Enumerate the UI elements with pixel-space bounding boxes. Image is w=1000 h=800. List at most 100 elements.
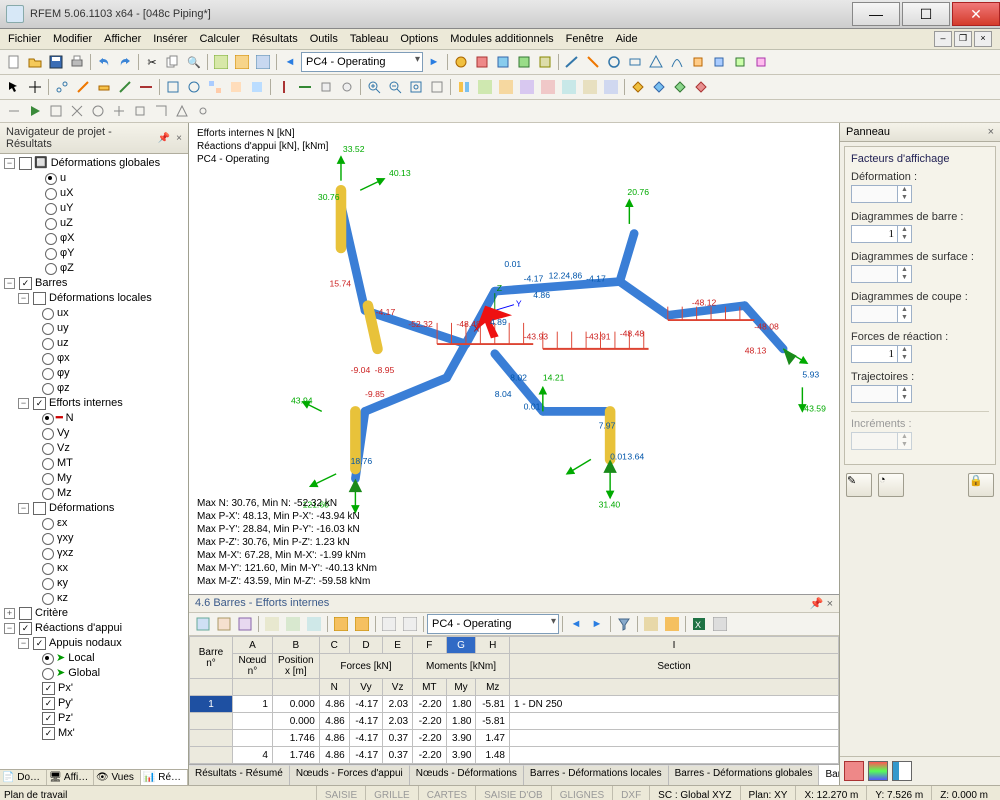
menu-modifier[interactable]: Modifier: [53, 33, 92, 45]
loadcase-combo[interactable]: PC4 - Operating: [301, 52, 423, 72]
table-tool-icon[interactable]: [352, 614, 372, 634]
navtab-results[interactable]: 📊 Résu…: [141, 770, 188, 785]
close-button[interactable]: ✕: [952, 2, 1000, 26]
trajectoires-spinner[interactable]: ▲▼: [851, 385, 912, 403]
tool-icon[interactable]: [535, 52, 555, 72]
tool-icon[interactable]: [517, 77, 537, 97]
tool-icon[interactable]: [130, 101, 150, 121]
diag-barre-spinner[interactable]: ▲▼: [851, 225, 912, 243]
table-tool-icon[interactable]: [379, 614, 399, 634]
table-tool-icon[interactable]: [641, 614, 661, 634]
open-icon[interactable]: [25, 52, 45, 72]
tool-icon[interactable]: [73, 77, 93, 97]
tool-icon[interactable]: [427, 77, 447, 97]
tool-icon[interactable]: [109, 101, 129, 121]
tool-icon[interactable]: [205, 77, 225, 97]
tool-icon[interactable]: [496, 77, 516, 97]
table-tool-icon[interactable]: [262, 614, 282, 634]
menu-modules[interactable]: Modules additionnels: [450, 33, 553, 45]
tool-icon[interactable]: [538, 77, 558, 97]
tool-icon[interactable]: [337, 77, 357, 97]
tab-barres-defloc[interactable]: Barres - Déformations locales: [524, 765, 669, 785]
tool-icon[interactable]: [172, 101, 192, 121]
mdi-restore[interactable]: ❐: [954, 31, 972, 47]
excel-icon[interactable]: X: [689, 614, 709, 634]
tool-icon[interactable]: [691, 77, 711, 97]
copy-icon[interactable]: [163, 52, 183, 72]
table-tool-icon[interactable]: [710, 614, 730, 634]
panel-button-2[interactable]: ◔: [878, 473, 904, 497]
tab-noeuds-def[interactable]: Nœuds - Déformations: [410, 765, 524, 785]
menu-options[interactable]: Options: [400, 33, 438, 45]
menu-aide[interactable]: Aide: [616, 33, 638, 45]
deformation-spinner[interactable]: ▲▼: [851, 185, 912, 203]
palette-icon[interactable]: [844, 761, 864, 781]
tool-icon[interactable]: [688, 52, 708, 72]
menu-inserer[interactable]: Insérer: [153, 33, 187, 45]
tool-icon[interactable]: [649, 77, 669, 97]
tool-icon[interactable]: [4, 101, 24, 121]
print-icon[interactable]: [67, 52, 87, 72]
diag-coupe-spinner[interactable]: ▲▼: [851, 305, 912, 323]
forces-spinner[interactable]: ▲▼: [851, 345, 912, 363]
tool-icon[interactable]: [193, 101, 213, 121]
tool-icon[interactable]: [562, 52, 582, 72]
tool-icon[interactable]: [136, 77, 156, 97]
menu-outils[interactable]: Outils: [310, 33, 338, 45]
menu-calculer[interactable]: Calculer: [199, 33, 239, 45]
save-icon[interactable]: [46, 52, 66, 72]
navigator-tree[interactable]: − 🔲 Déformations globales u uX uY uZ φX …: [0, 154, 188, 769]
pin-icon[interactable]: 📌: [158, 133, 170, 144]
tool-icon[interactable]: [451, 52, 471, 72]
tool-icon[interactable]: [94, 77, 114, 97]
tool-icon[interactable]: [274, 77, 294, 97]
tool-icon[interactable]: [583, 52, 603, 72]
table-tool-icon[interactable]: [304, 614, 324, 634]
mdi-close[interactable]: ×: [974, 31, 992, 47]
table-tool-icon[interactable]: [331, 614, 351, 634]
tool-icon[interactable]: [493, 52, 513, 72]
tool-icon[interactable]: [601, 77, 621, 97]
tool-icon[interactable]: [115, 77, 135, 97]
table-tool-icon[interactable]: [235, 614, 255, 634]
left-arrow-icon[interactable]: ◄: [280, 52, 300, 72]
panel-lock-button[interactable]: 🔒: [968, 473, 994, 497]
tool-icon[interactable]: [88, 101, 108, 121]
menu-tableau[interactable]: Tableau: [350, 33, 389, 45]
tab-noeuds-forces[interactable]: Nœuds - Forces d'appui: [290, 765, 410, 785]
tool-icon[interactable]: [316, 77, 336, 97]
play-icon[interactable]: [25, 101, 45, 121]
tool-icon[interactable]: [67, 101, 87, 121]
tool-icon[interactable]: [211, 52, 231, 72]
magnifier-icon[interactable]: 🔍: [184, 52, 204, 72]
tool-icon[interactable]: [151, 101, 171, 121]
tool-icon[interactable]: [514, 52, 534, 72]
tool-icon[interactable]: [232, 52, 252, 72]
table-tool-icon[interactable]: [662, 614, 682, 634]
tool-icon[interactable]: [253, 52, 273, 72]
tool-icon[interactable]: [184, 77, 204, 97]
minimize-button[interactable]: —: [852, 2, 900, 26]
panel-button-1[interactable]: ✎: [846, 473, 872, 497]
filter-icon[interactable]: [614, 614, 634, 634]
zoom-in-icon[interactable]: [364, 77, 384, 97]
menu-resultats[interactable]: Résultats: [252, 33, 298, 45]
gradient-icon[interactable]: [868, 761, 888, 781]
tool-icon[interactable]: [46, 101, 66, 121]
tool-icon[interactable]: [475, 77, 495, 97]
pan-icon[interactable]: [25, 77, 45, 97]
tool-icon[interactable]: [751, 52, 771, 72]
tool-icon[interactable]: [667, 52, 687, 72]
table-tool-icon[interactable]: [193, 614, 213, 634]
tool-icon[interactable]: [52, 77, 72, 97]
table-tool-icon[interactable]: [400, 614, 420, 634]
zoom-fit-icon[interactable]: [406, 77, 426, 97]
navtab-display[interactable]: 🖥 Affic…: [47, 770, 94, 785]
tool-icon[interactable]: [730, 52, 750, 72]
cut-icon[interactable]: ✂: [142, 52, 162, 72]
tool-icon[interactable]: [472, 52, 492, 72]
tool-icon[interactable]: [604, 52, 624, 72]
tool-icon[interactable]: [559, 77, 579, 97]
redo-icon[interactable]: [115, 52, 135, 72]
navtab-data[interactable]: 📄 Don…: [0, 770, 47, 785]
